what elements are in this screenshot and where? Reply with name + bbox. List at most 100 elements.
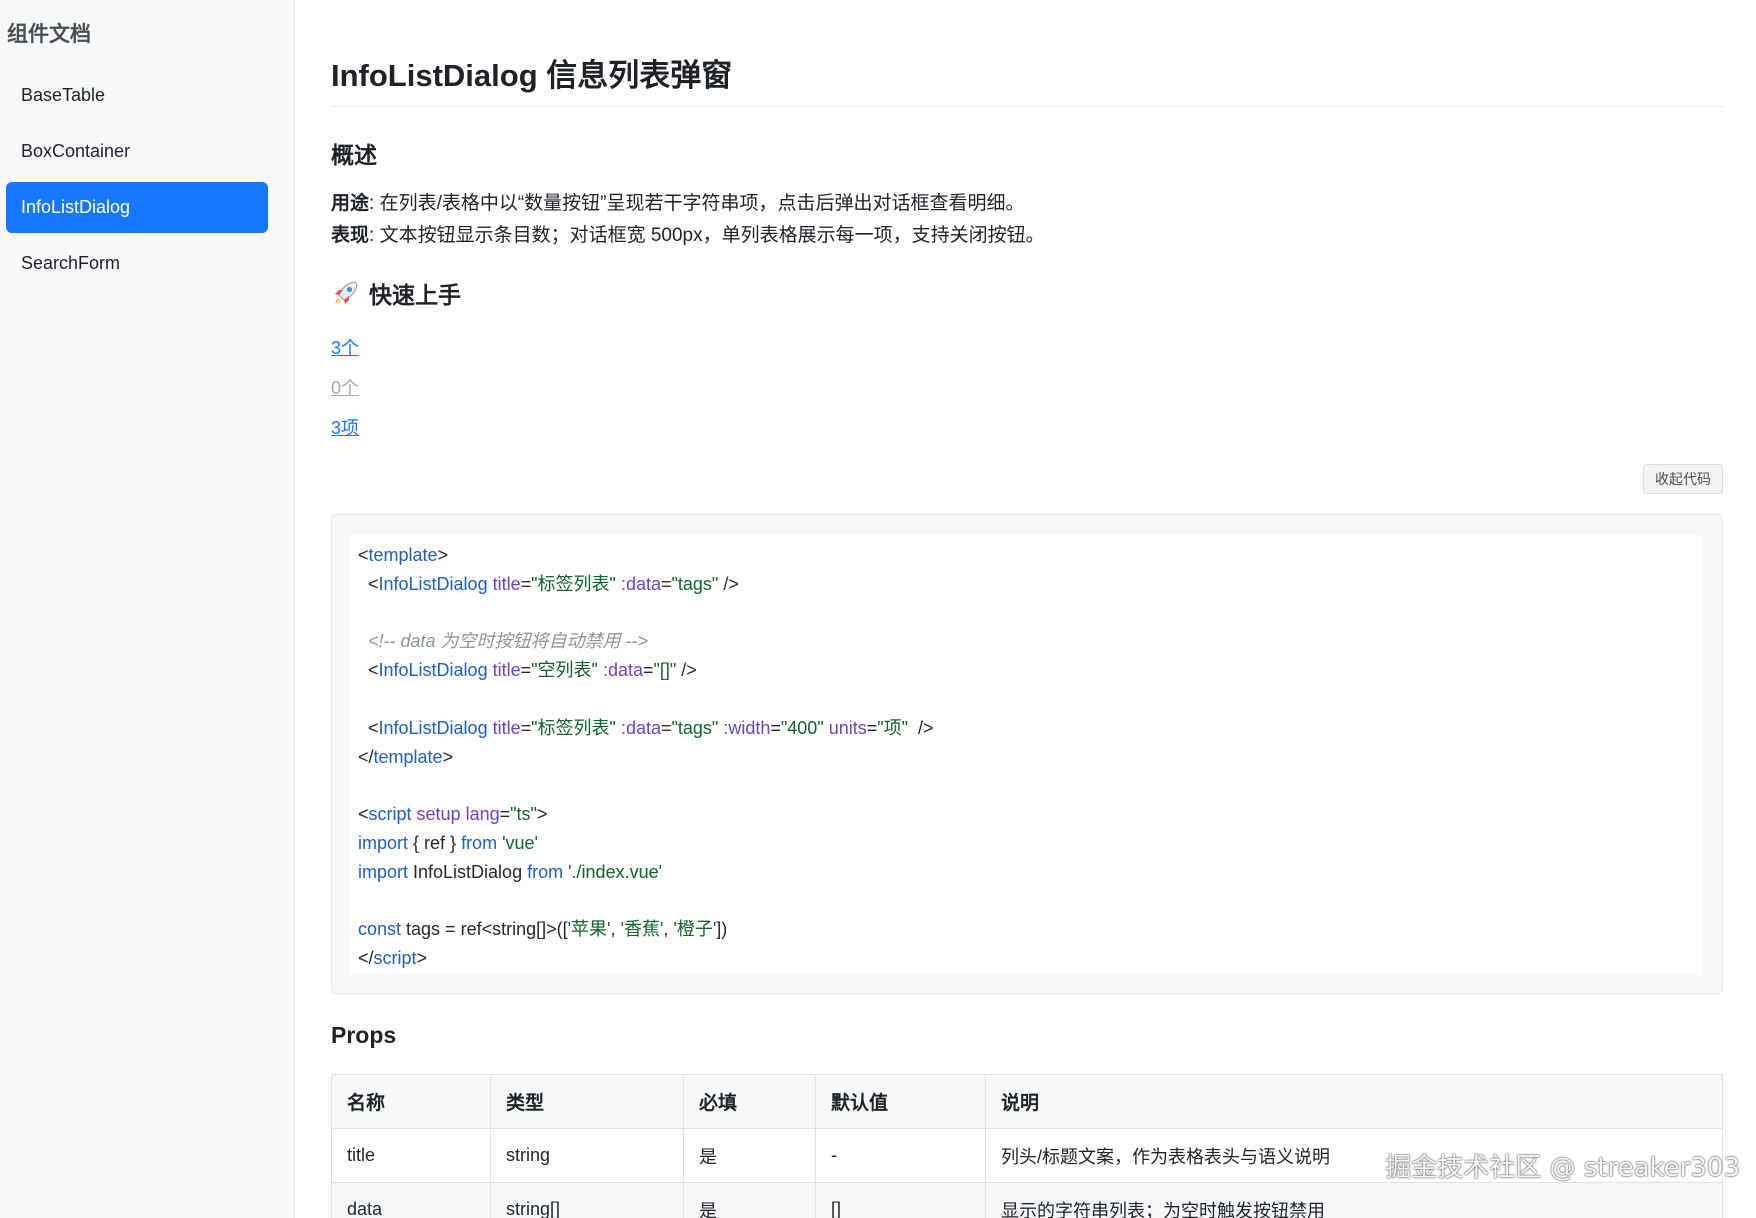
table-cell: 显示的字符串列表；为空时触发按钮禁用	[985, 1182, 1723, 1218]
table-cell: data	[331, 1182, 491, 1218]
code-token: :width	[723, 717, 771, 738]
code-token: </	[358, 948, 374, 969]
code-token: tags = ref<string[]>([	[401, 919, 568, 940]
code-token: >	[437, 545, 449, 565]
code-token: >	[536, 804, 548, 825]
code-token: import	[358, 861, 409, 882]
code-token: units	[828, 717, 867, 738]
table-cell: 是	[683, 1128, 816, 1183]
code-token: const	[358, 919, 402, 940]
sidebar-item-infolistdialog[interactable]: InfoListDialog	[6, 182, 268, 233]
code-token: <	[358, 545, 369, 565]
code-token: =	[770, 717, 781, 738]
table-header-row: 名称 类型 必填 默认值 说明	[331, 1074, 1723, 1129]
code-token: :data	[620, 717, 661, 738]
main-content: InfoListDialog 信息列表弹窗 概述 用途: 在列表/表格中以“数量…	[331, 0, 1723, 1218]
demo-count-button-units[interactable]: 3项	[331, 414, 359, 440]
code-token: '香蕉'	[620, 919, 664, 940]
code-token: =	[642, 660, 654, 681]
code-token: >	[416, 948, 428, 969]
code-content: <template> <InfoListDialog title="标签列表" …	[350, 535, 1702, 975]
sidebar-title: 组件文档	[7, 23, 91, 46]
table-cell: []	[815, 1182, 986, 1218]
sidebar-nav: BaseTable BoxContainer InfoListDialog Se…	[6, 70, 268, 294]
code-token: :data	[602, 660, 643, 681]
title-divider	[331, 106, 1723, 107]
props-table: 名称 类型 必填 默认值 说明 title string 是 - 列头/标题文案…	[331, 1074, 1723, 1218]
sidebar-item-boxcontainer[interactable]: BoxContainer	[6, 126, 268, 177]
code-token: <	[358, 660, 379, 681]
overview-heading: 概述	[331, 142, 377, 168]
code-line: <InfoListDialog title="标签列表" :data="tags…	[358, 714, 1694, 743]
code-token: "[]"	[653, 660, 677, 681]
code-token: 'vue'	[502, 832, 538, 853]
code-token: "标签列表"	[531, 717, 616, 738]
code-token: "400"	[780, 717, 824, 738]
code-token: '苹果'	[567, 919, 611, 940]
usage-label: 用途	[331, 193, 370, 214]
behavior-label: 表现	[331, 225, 370, 246]
code-token: './index.vue'	[568, 861, 663, 882]
code-token: InfoListDialog	[408, 861, 528, 882]
demo-count-button-tags[interactable]: 3个	[331, 334, 359, 360]
code-token: ,	[663, 919, 674, 940]
code-token: from	[461, 832, 498, 853]
sidebar-item-basetable[interactable]: BaseTable	[6, 70, 268, 121]
column-header-description: 说明	[985, 1074, 1723, 1129]
code-token: >	[442, 746, 454, 767]
sidebar-item-searchform[interactable]: SearchForm	[6, 238, 268, 289]
page-title: InfoListDialog 信息列表弹窗	[331, 58, 733, 93]
code-token: title	[492, 573, 521, 594]
code-token: />	[718, 573, 739, 594]
table-cell: string	[490, 1128, 684, 1183]
code-line: import { ref } from 'vue'	[358, 829, 1694, 858]
code-token: { ref }	[408, 832, 462, 853]
code-token: "空列表"	[531, 660, 598, 681]
code-token: InfoListDialog	[378, 660, 488, 681]
column-header-required: 必填	[683, 1074, 816, 1129]
code-token: :data	[620, 573, 661, 594]
usage-text: : 在列表/表格中以“数量按钮”呈现若干字符串项，点击后弹出对话框查看明细。	[369, 193, 1025, 214]
table-row: data string[] 是 [] 显示的字符串列表；为空时触发按钮禁用	[331, 1182, 1723, 1218]
code-token: />	[908, 717, 934, 738]
usage-description: 用途: 在列表/表格中以“数量按钮”呈现若干字符串项，点击后弹出对话框查看明细。	[331, 188, 1025, 215]
code-token: </	[358, 746, 374, 767]
code-line: <!-- data 为空时按钮将自动禁用 -->	[358, 627, 1694, 656]
code-line: import InfoListDialog from './index.vue'	[358, 858, 1694, 887]
code-line: </script>	[358, 944, 1694, 973]
code-token: =	[520, 573, 532, 594]
code-token: ,	[610, 919, 621, 940]
code-token: template	[368, 545, 438, 565]
sidebar: 组件文档 BaseTable BoxContainer InfoListDial…	[0, 0, 295, 1218]
code-token: =	[520, 717, 532, 738]
code-line: <InfoListDialog title="空列表" :data="[]" /…	[358, 656, 1694, 685]
code-token: <	[358, 573, 379, 594]
code-token: "ts"	[510, 804, 537, 825]
code-token: lang	[465, 804, 500, 825]
behavior-description: 表现: 文本按钮显示条目数；对话框宽 500px，单列表格展示每一项，支持关闭按…	[331, 220, 1045, 247]
quick-start-label: 快速上手	[369, 282, 461, 308]
props-heading: Props	[331, 1022, 397, 1048]
code-token: setup	[416, 804, 461, 825]
behavior-text: : 文本按钮显示条目数；对话框宽 500px，单列表格展示每一项，支持关闭按钮。	[369, 225, 1045, 246]
code-token: script	[368, 804, 412, 825]
code-token: InfoListDialog	[378, 717, 488, 738]
code-token: =	[520, 660, 532, 681]
code-token: ])	[716, 919, 728, 940]
code-token: "tags"	[671, 573, 719, 594]
code-line: </template>	[358, 743, 1694, 772]
demo-count-button-empty[interactable]: 0个	[331, 374, 359, 400]
code-token: "项"	[877, 717, 909, 738]
collapse-code-button[interactable]: 收起代码	[1643, 464, 1723, 494]
rocket-icon	[335, 281, 358, 304]
code-token: <	[358, 804, 369, 825]
code-token: script	[373, 948, 417, 969]
table-cell: title	[331, 1128, 491, 1183]
code-token: <	[358, 717, 379, 738]
code-token: =	[660, 717, 672, 738]
code-token: "tags"	[671, 717, 719, 738]
code-token: =	[499, 804, 511, 825]
code-token: from	[527, 861, 564, 882]
